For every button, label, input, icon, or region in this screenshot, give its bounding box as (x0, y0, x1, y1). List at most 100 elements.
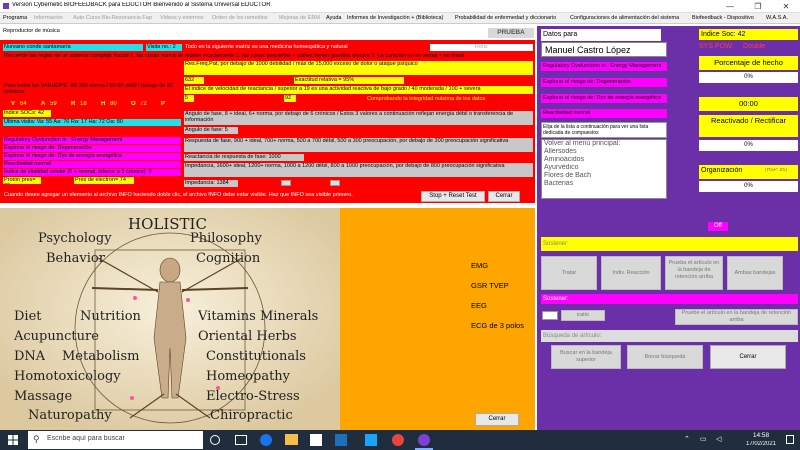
porcentaje-value-3: 0% (699, 181, 798, 192)
buscar-bandeja-button[interactable]: Buscar en la bandeja superior (551, 345, 621, 369)
edge-icon[interactable] (260, 434, 272, 446)
maximize-button[interactable]: ❐ (744, 0, 772, 13)
task-view-icon[interactable] (235, 435, 247, 445)
word-philosophy: Philosophy (190, 232, 262, 246)
indice-socs: Indice SOCs: 42 (3, 110, 51, 117)
varhope-note: Para todos los VARHOPE- 80-100 norma / 5… (4, 83, 173, 96)
menu-auto-curso[interactable]: Auto Curso Bio-Resonancia Fap (73, 15, 152, 21)
patient-name[interactable]: Manuel Castro López (541, 42, 667, 57)
word-oriental-herbs: Oriental Herbs (198, 330, 297, 344)
electron-pres: Pres de electron= 74 (74, 177, 134, 184)
element-symbol: H (101, 101, 106, 107)
impedancia-note: Impedancia, 1600+ ideal, 1200+ norma, 10… (184, 163, 533, 177)
element-value: 18 (80, 101, 87, 107)
word-massage: Massage (14, 390, 73, 404)
element-symbol: V (11, 101, 16, 107)
list-item[interactable]: Allersodes (542, 148, 666, 156)
sostener-field-1[interactable]: Sostener: (541, 237, 798, 251)
tratar-button[interactable]: Tratar (541, 256, 597, 290)
menu-ayuda[interactable]: Ayuda (326, 15, 342, 21)
clock-time[interactable]: 14:58 (746, 432, 776, 439)
emg-item[interactable]: EMG (471, 262, 488, 271)
small-box-1[interactable] (281, 180, 291, 186)
list-item[interactable]: Volver al menú principal: (542, 140, 666, 148)
right-close-button[interactable]: Cerrar (710, 345, 786, 369)
reactancia-value: Reactancia de respuesta de fase: 1000 (184, 154, 304, 161)
sostener-field-2[interactable]: Sostener: (541, 294, 798, 304)
taskbar-search-box[interactable]: ⚲ Escribe aquí para buscar (28, 431, 203, 449)
windows-logo (8, 435, 18, 445)
cortana-icon[interactable] (210, 435, 220, 445)
word-metabolism: Metabolism (62, 350, 140, 364)
menu-probabilidad[interactable]: Probabilidad de enfermedad y diccionario (455, 15, 556, 21)
volume-icon[interactable]: ◁ (716, 435, 721, 443)
menu-wasa[interactable]: W.A.S.A. (766, 15, 788, 21)
tray-chevron-icon[interactable]: ⌃ (684, 435, 690, 443)
chrome-icon[interactable] (392, 434, 404, 446)
busqueda-input[interactable]: Búsqueda de artículo: (541, 330, 798, 342)
menu-informacion[interactable]: Información (34, 15, 63, 21)
menu-programa[interactable]: Programa (3, 15, 27, 21)
network-icon[interactable]: ▭ (700, 435, 707, 443)
word-vitamins: Vitamins Minerals (198, 310, 319, 324)
exactitud-relativa: Exactitud relativa = 95% (294, 77, 404, 84)
iratio-checkbox[interactable] (542, 311, 558, 320)
clock-date[interactable]: 17/02/2021 (741, 441, 781, 448)
gsr-tvep-item[interactable]: GSR TVEP (471, 282, 509, 291)
datos-para-label: Datos para (541, 29, 661, 41)
prueba-bandeja-button-2[interactable]: Pruebe el artículo en la bandeja de rete… (675, 309, 798, 325)
element-symbol: P (161, 101, 166, 107)
word-constitutionals: Constitutionals (206, 350, 306, 364)
device-panel: EMG GSR TVEP EEG ECG de 3 polos Cerrar (340, 208, 535, 430)
prueba-bandeja-button[interactable]: Prueba el artículo en la bandeja de rete… (665, 256, 723, 290)
biofeedback-app-icon[interactable] (418, 434, 430, 446)
menu-configuraciones[interactable]: Configuraciones de alimentación del sist… (570, 15, 679, 21)
mail-icon[interactable] (335, 434, 347, 446)
off-toggle[interactable]: Off (708, 222, 728, 231)
prueba-button[interactable]: PRUEBA (488, 28, 534, 38)
notifications-icon[interactable] (786, 435, 794, 444)
word-acupuncture: Acupuncture (14, 330, 99, 344)
file-explorer-icon[interactable] (285, 434, 298, 445)
value-632: 632 (184, 77, 204, 84)
organizacion-label: Organización (701, 167, 743, 174)
orange-close-button[interactable]: Cerrar (475, 413, 519, 426)
list-item[interactable]: Ayurvédico (542, 164, 666, 172)
taskbar: ⚲ Escribe aquí para buscar ⌃ ▭ ◁ 14:58 1… (0, 430, 800, 450)
borrar-busqueda-button[interactable]: Borrar búsqueda (627, 345, 703, 369)
reactividad-normal: Reactividad normal (3, 161, 181, 168)
varhop-row: V 64 A 59 R 18 H 80 O 72 P (3, 101, 181, 109)
list-item[interactable]: Bacterias (542, 180, 666, 188)
taskbar-search-placeholder: Escribe aquí para buscar (47, 435, 125, 442)
compound-listbox[interactable]: Volver al menú principal: Allersodes Ami… (541, 139, 667, 199)
hsp-value: (HSP: 85) (765, 168, 787, 173)
store-icon[interactable] (310, 434, 322, 446)
ecg-item[interactable]: ECG de 3 polos (471, 322, 524, 331)
proton-pres: Protón pres= 69 (3, 177, 41, 184)
l-app-icon[interactable] (365, 434, 377, 446)
indice-velocidad: El índice de velocidad de reactancia / s… (184, 86, 533, 94)
eeg-item[interactable]: EEG (471, 302, 487, 311)
windows-start-icon[interactable] (8, 435, 18, 445)
red-close-button[interactable]: Cerrar (488, 191, 520, 202)
sys-pow-value: Double (743, 43, 766, 50)
menu-biofeedback[interactable]: Biofeedback - Dispositivo (692, 15, 754, 21)
menu-mejoras-erm[interactable]: Mejoras de ERM (279, 15, 320, 21)
list-item[interactable]: Flores de Bach (542, 172, 666, 180)
menu-orden-remedios[interactable]: Órden de los remedios (212, 15, 268, 21)
music-player-label[interactable]: Reproductor de música (3, 28, 60, 34)
menu-informes[interactable]: Informes de Investigación + (Biblioteca) (347, 15, 443, 21)
window-title: Versión Cybernetic BIOFEEDBACK para EDUC… (12, 2, 271, 8)
iratio-button[interactable]: iratio (561, 310, 605, 321)
menu-videos[interactable]: Videos y externos (160, 15, 204, 21)
ambas-bandejas-button[interactable]: Ambas bandejas (727, 256, 783, 290)
list-item[interactable]: Aminoácidos (542, 156, 666, 164)
porcentaje-value-2: 0% (699, 140, 798, 151)
info-note: Cuando desee agregar un elemento al arch… (4, 192, 353, 198)
angulo-fase-note: Ángulo de fase, 8 + ideal, 6+ norma, por… (184, 111, 533, 125)
stop-reset-button[interactable]: Stop + Reset Test (421, 191, 485, 202)
close-button[interactable]: ✕ (772, 0, 800, 13)
small-box-2[interactable] (330, 180, 340, 186)
reaccion-button[interactable]: Indiv. Reacción (601, 256, 661, 290)
minimize-button[interactable]: — (716, 0, 744, 13)
